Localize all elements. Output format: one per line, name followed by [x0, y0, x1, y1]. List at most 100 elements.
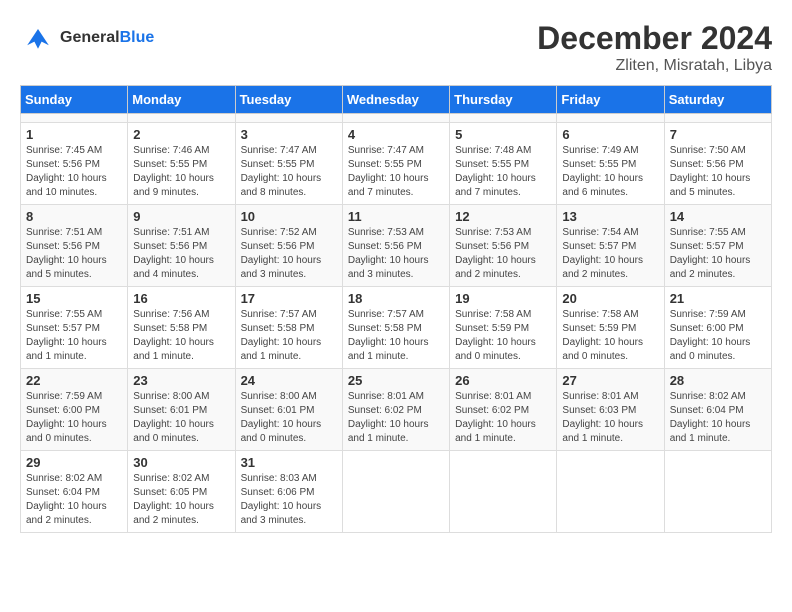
header-day-saturday: Saturday [664, 86, 771, 114]
calendar-cell: 9 Sunrise: 7:51 AM Sunset: 5:56 PM Daylig… [128, 205, 235, 287]
header-day-wednesday: Wednesday [342, 86, 449, 114]
day-number: 9 [133, 209, 229, 224]
day-number: 25 [348, 373, 444, 388]
day-number: 29 [26, 455, 122, 470]
day-info: Sunrise: 7:53 AM Sunset: 5:56 PM Dayligh… [455, 226, 551, 282]
calendar-cell [342, 114, 449, 123]
day-info: Sunrise: 7:53 AM Sunset: 5:56 PM Dayligh… [348, 226, 444, 282]
day-number: 23 [133, 373, 229, 388]
calendar-cell: 1Sunrise: 7:45 AM Sunset: 5:56 PM Daylig… [21, 123, 128, 205]
day-info: Sunrise: 7:49 AM Sunset: 5:55 PM Dayligh… [562, 144, 658, 200]
day-number: 27 [562, 373, 658, 388]
day-number: 11 [348, 209, 444, 224]
day-info: Sunrise: 7:47 AM Sunset: 5:55 PM Dayligh… [348, 144, 444, 200]
calendar-cell: 30Sunrise: 8:02 AM Sunset: 6:05 PM Dayli… [128, 451, 235, 533]
day-number: 16 [133, 291, 229, 306]
day-info: Sunrise: 8:02 AM Sunset: 6:04 PM Dayligh… [26, 472, 122, 528]
day-info: Sunrise: 8:01 AM Sunset: 6:02 PM Dayligh… [455, 390, 551, 446]
calendar-cell: 25 Sunrise: 8:01 AM Sunset: 6:02 PM Dayli… [342, 369, 449, 451]
calendar-cell: 20Sunrise: 7:58 AM Sunset: 5:59 PM Dayli… [557, 287, 664, 369]
day-number: 24 [241, 373, 337, 388]
logo: GeneralBlue [20, 20, 154, 56]
day-number: 18 [348, 291, 444, 306]
week-row-2: 1Sunrise: 7:45 AM Sunset: 5:56 PM Daylig… [21, 123, 772, 205]
calendar-cell: 22 Sunrise: 7:59 AM Sunset: 6:00 PM Dayli… [21, 369, 128, 451]
calendar-cell: 26Sunrise: 8:01 AM Sunset: 6:02 PM Dayli… [450, 369, 557, 451]
day-info: Sunrise: 7:59 AM Sunset: 6:00 PM Dayligh… [26, 390, 122, 446]
day-info: Sunrise: 7:51 AM Sunset: 5:56 PM Dayligh… [26, 226, 122, 282]
calendar-cell [21, 114, 128, 123]
day-info: Sunrise: 8:00 AM Sunset: 6:01 PM Dayligh… [133, 390, 229, 446]
day-number: 4 [348, 127, 444, 142]
day-info: Sunrise: 7:55 AM Sunset: 5:57 PM Dayligh… [670, 226, 766, 282]
page-header: GeneralBlue December 2024 Zliten, Misrat… [20, 20, 772, 75]
day-number: 28 [670, 373, 766, 388]
day-number: 12 [455, 209, 551, 224]
day-number: 7 [670, 127, 766, 142]
calendar-cell: 13Sunrise: 7:54 AM Sunset: 5:57 PM Dayli… [557, 205, 664, 287]
day-number: 8 [26, 209, 122, 224]
day-number: 3 [241, 127, 337, 142]
day-info: Sunrise: 8:02 AM Sunset: 6:04 PM Dayligh… [670, 390, 766, 446]
calendar-cell: 19Sunrise: 7:58 AM Sunset: 5:59 PM Dayli… [450, 287, 557, 369]
header-day-thursday: Thursday [450, 86, 557, 114]
day-info: Sunrise: 7:57 AM Sunset: 5:58 PM Dayligh… [348, 308, 444, 364]
header-day-tuesday: Tuesday [235, 86, 342, 114]
calendar-cell [664, 451, 771, 533]
logo-icon [20, 20, 56, 56]
day-info: Sunrise: 7:59 AM Sunset: 6:00 PM Dayligh… [670, 308, 766, 364]
day-number: 6 [562, 127, 658, 142]
day-info: Sunrise: 8:01 AM Sunset: 6:02 PM Dayligh… [348, 390, 444, 446]
week-row-3: 8 Sunrise: 7:51 AM Sunset: 5:56 PM Daylig… [21, 205, 772, 287]
week-row-1 [21, 114, 772, 123]
header-day-sunday: Sunday [21, 86, 128, 114]
calendar-cell: 8 Sunrise: 7:51 AM Sunset: 5:56 PM Daylig… [21, 205, 128, 287]
day-info: Sunrise: 7:58 AM Sunset: 5:59 PM Dayligh… [562, 308, 658, 364]
day-info: Sunrise: 7:57 AM Sunset: 5:58 PM Dayligh… [241, 308, 337, 364]
week-row-4: 15Sunrise: 7:55 AM Sunset: 5:57 PM Dayli… [21, 287, 772, 369]
logo-text: GeneralBlue [60, 29, 154, 47]
day-info: Sunrise: 7:51 AM Sunset: 5:56 PM Dayligh… [133, 226, 229, 282]
calendar-cell: 24 Sunrise: 8:00 AM Sunset: 6:01 PM Dayli… [235, 369, 342, 451]
header-row: SundayMondayTuesdayWednesdayThursdayFrid… [21, 86, 772, 114]
calendar-cell [450, 114, 557, 123]
title-block: December 2024 Zliten, Misratah, Libya [537, 20, 772, 75]
day-info: Sunrise: 7:52 AM Sunset: 5:56 PM Dayligh… [241, 226, 337, 282]
day-number: 22 [26, 373, 122, 388]
day-info: Sunrise: 7:50 AM Sunset: 5:56 PM Dayligh… [670, 144, 766, 200]
week-row-6: 29 Sunrise: 8:02 AM Sunset: 6:04 PM Dayli… [21, 451, 772, 533]
day-info: Sunrise: 7:55 AM Sunset: 5:57 PM Dayligh… [26, 308, 122, 364]
day-info: Sunrise: 8:00 AM Sunset: 6:01 PM Dayligh… [241, 390, 337, 446]
calendar-cell [128, 114, 235, 123]
calendar-title: December 2024 [537, 20, 772, 57]
header-day-monday: Monday [128, 86, 235, 114]
calendar-cell: 7 Sunrise: 7:50 AM Sunset: 5:56 PM Daylig… [664, 123, 771, 205]
calendar-cell [450, 451, 557, 533]
calendar-subtitle: Zliten, Misratah, Libya [537, 57, 772, 75]
calendar-cell [235, 114, 342, 123]
calendar-cell: 16Sunrise: 7:56 AM Sunset: 5:58 PM Dayli… [128, 287, 235, 369]
day-info: Sunrise: 7:48 AM Sunset: 5:55 PM Dayligh… [455, 144, 551, 200]
day-number: 1 [26, 127, 122, 142]
calendar-cell: 28 Sunrise: 8:02 AM Sunset: 6:04 PM Dayli… [664, 369, 771, 451]
calendar-cell [664, 114, 771, 123]
day-info: Sunrise: 7:54 AM Sunset: 5:57 PM Dayligh… [562, 226, 658, 282]
day-number: 30 [133, 455, 229, 470]
calendar-cell: 17Sunrise: 7:57 AM Sunset: 5:58 PM Dayli… [235, 287, 342, 369]
calendar-cell: 6 Sunrise: 7:49 AM Sunset: 5:55 PM Daylig… [557, 123, 664, 205]
day-number: 2 [133, 127, 229, 142]
calendar-cell: 27Sunrise: 8:01 AM Sunset: 6:03 PM Dayli… [557, 369, 664, 451]
day-number: 10 [241, 209, 337, 224]
calendar-cell: 2 Sunrise: 7:46 AM Sunset: 5:55 PM Daylig… [128, 123, 235, 205]
calendar-cell [557, 114, 664, 123]
calendar-cell: 4 Sunrise: 7:47 AM Sunset: 5:55 PM Daylig… [342, 123, 449, 205]
day-number: 5 [455, 127, 551, 142]
calendar-cell: 21Sunrise: 7:59 AM Sunset: 6:00 PM Dayli… [664, 287, 771, 369]
day-number: 31 [241, 455, 337, 470]
day-number: 14 [670, 209, 766, 224]
calendar-cell: 11 Sunrise: 7:53 AM Sunset: 5:56 PM Dayli… [342, 205, 449, 287]
day-info: Sunrise: 7:46 AM Sunset: 5:55 PM Dayligh… [133, 144, 229, 200]
calendar-cell: 23 Sunrise: 8:00 AM Sunset: 6:01 PM Dayli… [128, 369, 235, 451]
calendar-cell: 15Sunrise: 7:55 AM Sunset: 5:57 PM Dayli… [21, 287, 128, 369]
day-number: 19 [455, 291, 551, 306]
